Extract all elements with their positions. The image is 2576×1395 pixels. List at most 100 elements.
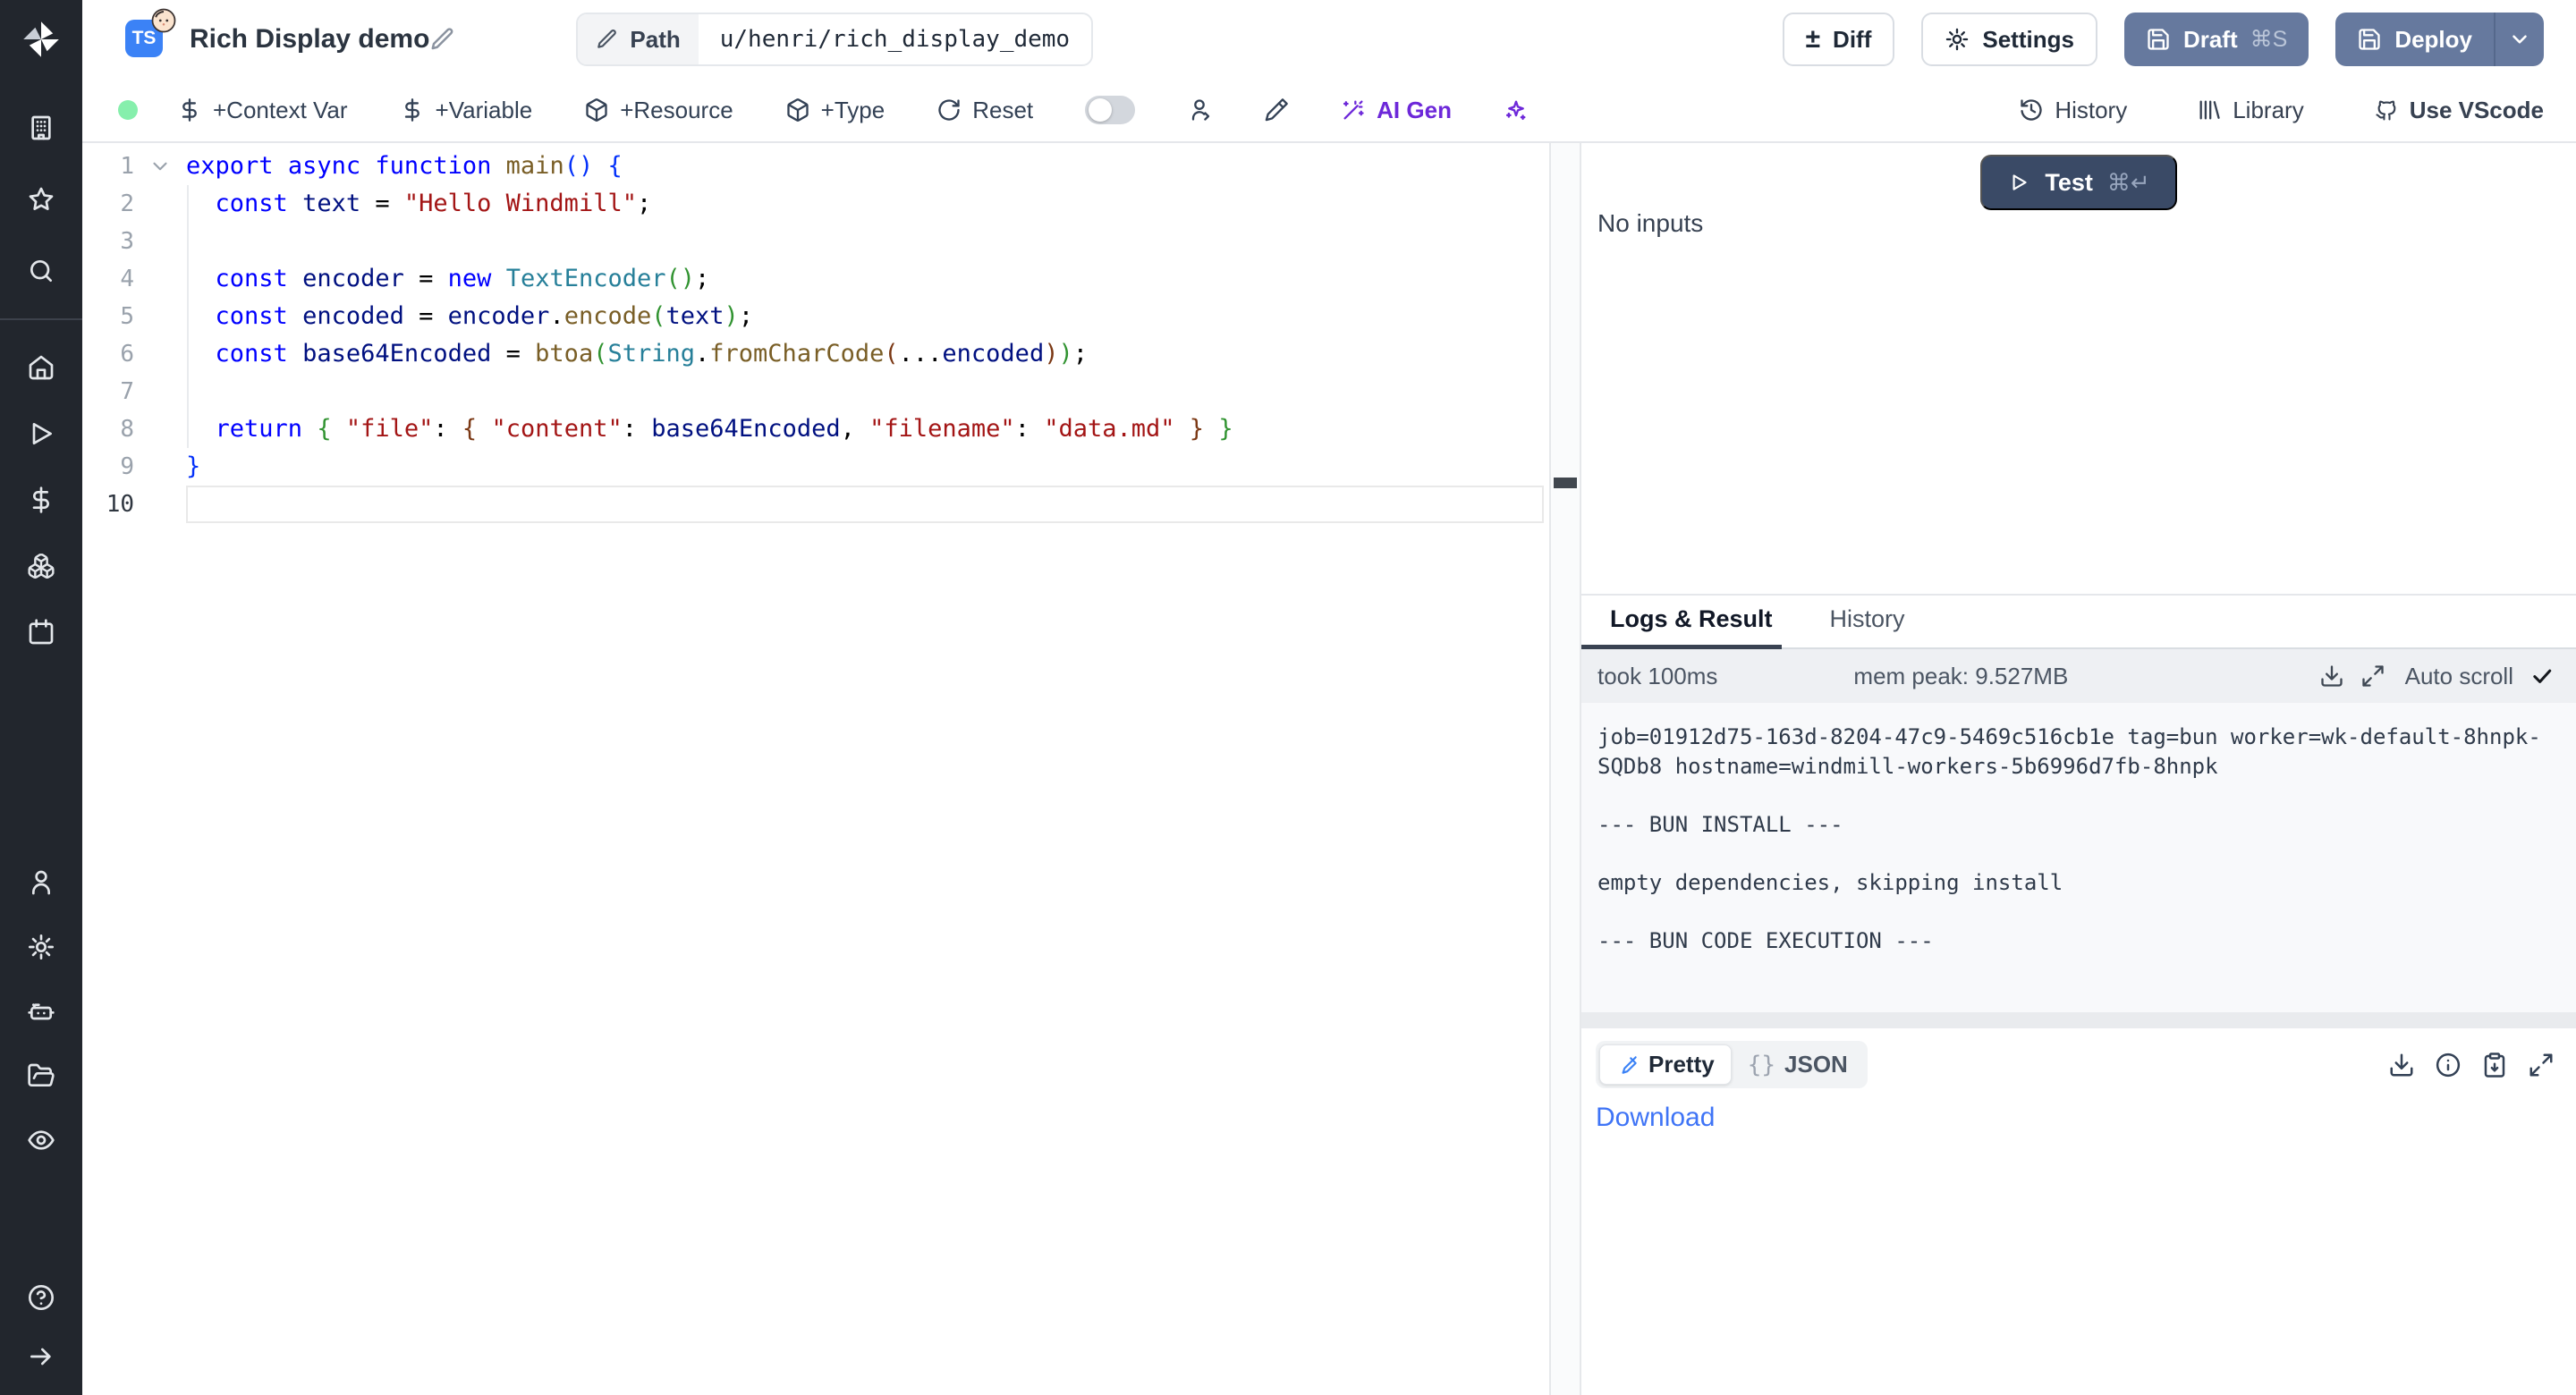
test-shortcut: ⌘↵ [2107, 169, 2150, 197]
code-line[interactable]: 10 [82, 486, 1549, 523]
dollar-icon [400, 97, 425, 123]
edit-summary-pencil-icon[interactable] [429, 26, 456, 53]
json-view-button[interactable]: {} JSON [1732, 1045, 1864, 1084]
expand-result-icon[interactable] [2528, 1052, 2555, 1078]
home-icon[interactable] [26, 352, 56, 383]
rotate-icon [936, 97, 962, 123]
user-icon[interactable] [26, 867, 56, 898]
windmill-logo[interactable] [0, 0, 82, 79]
code-line[interactable]: 4 const encoder = new TextEncoder(); [82, 260, 1549, 298]
page-title: Rich Display demo [190, 24, 429, 55]
draft-button[interactable]: Draft ⌘S [2124, 13, 2309, 66]
ai-sparkles-icon[interactable] [1504, 97, 1529, 123]
collapse-arrow-icon[interactable] [26, 1341, 56, 1372]
ai-gen-button[interactable]: AI Gen [1341, 97, 1452, 124]
audit-eye-icon[interactable] [26, 1125, 56, 1155]
settings-gear-icon[interactable] [26, 932, 56, 962]
chevron-down-icon [2508, 28, 2531, 51]
add-resource-button[interactable]: +Resource [584, 97, 733, 124]
dollar-icon [177, 97, 202, 123]
expand-logs-icon[interactable] [2360, 664, 2385, 689]
history-button[interactable]: History [2019, 97, 2127, 124]
help-icon[interactable] [26, 1282, 56, 1313]
magic-wand-icon [1341, 97, 1366, 123]
search-icon[interactable] [26, 256, 56, 286]
folders-icon[interactable] [26, 1061, 56, 1091]
code-line[interactable]: 3 [82, 223, 1549, 260]
result-tabs: Logs & Result History [1581, 594, 2576, 649]
schedules-calendar-icon[interactable] [26, 617, 56, 647]
tab-logs-result[interactable]: Logs & Result [1610, 605, 1773, 647]
avatar-emoji [150, 7, 177, 34]
language-badge: TS [125, 20, 165, 59]
diff-button[interactable]: ± Diff [1783, 13, 1895, 66]
splitter-handle[interactable] [1554, 478, 1577, 488]
logs-result-splitter[interactable] [1581, 1012, 2576, 1028]
sidebar [0, 0, 82, 1395]
sidebar-divider [0, 318, 82, 320]
pretty-pen-icon [1616, 1053, 1640, 1077]
code-line[interactable]: 9} [82, 448, 1549, 486]
add-variable-button[interactable]: +Variable [400, 97, 533, 124]
status-dot [118, 100, 138, 120]
result-section: Pretty {} JSON [1581, 1028, 2576, 1395]
no-inputs-label: No inputs [1597, 209, 1703, 238]
run-meta-strip: took 100ms mem peak: 9.527MB Auto scroll [1581, 649, 2576, 703]
reset-button[interactable]: Reset [936, 97, 1033, 124]
code-line[interactable]: 8 return { "file": { "content": base64En… [82, 410, 1549, 448]
mem-peak-label: mem peak: 9.527MB [1853, 663, 2068, 690]
resources-boxes-icon[interactable] [26, 551, 56, 581]
copy-clipboard-icon[interactable] [2481, 1052, 2508, 1078]
add-context-var-button[interactable]: +Context Var [177, 97, 348, 124]
braces-icon: {} [1748, 1052, 1775, 1078]
deploy-button-group: Deploy [2335, 13, 2544, 66]
check-icon[interactable] [2529, 664, 2555, 689]
info-icon[interactable] [2435, 1052, 2462, 1078]
test-section: Test ⌘↵ No inputs [1581, 143, 2576, 594]
download-result-icon[interactable] [2388, 1052, 2415, 1078]
path-button[interactable]: Path u/henri/rich_display_demo [576, 13, 1093, 66]
use-vscode-button[interactable]: Use VScode [2374, 97, 2544, 124]
tab-history[interactable]: History [1830, 605, 1905, 647]
deploy-button[interactable]: Deploy [2335, 13, 2494, 66]
download-logs-icon[interactable] [2319, 664, 2344, 689]
library-button[interactable]: Library [2197, 97, 2303, 124]
code-line[interactable]: 2 const text = "Hello Windmill"; [82, 185, 1549, 223]
variables-dollar-icon[interactable] [26, 485, 56, 515]
pretty-view-button[interactable]: Pretty [1599, 1044, 1732, 1085]
github-cat-icon [2374, 97, 2399, 123]
multiplayer-toggle[interactable] [1085, 96, 1135, 124]
package-icon [584, 97, 609, 123]
workers-robot-icon[interactable] [26, 996, 56, 1027]
path-value: u/henri/rich_display_demo [699, 14, 1091, 64]
code-line[interactable]: 7 [82, 373, 1549, 410]
building-icon[interactable] [26, 113, 56, 143]
auto-scroll-toggle[interactable]: Auto scroll [2405, 663, 2513, 690]
code-line[interactable]: 1export async function main() { [82, 148, 1549, 185]
package-icon [785, 97, 810, 123]
save-icon [2357, 27, 2382, 52]
download-result-link[interactable]: Download [1596, 1103, 1715, 1133]
pencil-icon [596, 28, 619, 51]
result-view-switch: Pretty {} JSON [1596, 1041, 1868, 1088]
draft-shortcut: ⌘S [2250, 26, 2288, 53]
code-line[interactable]: 5 const encoded = encoder.encode(text); [82, 298, 1549, 335]
runs-play-icon[interactable] [26, 418, 56, 449]
code-editor[interactable]: 1export async function main() {2 const t… [82, 143, 1551, 1395]
settings-button[interactable]: Settings [1921, 13, 2097, 66]
library-icon [2197, 97, 2222, 123]
save-icon [2146, 27, 2171, 52]
deploy-dropdown-button[interactable] [2494, 13, 2544, 66]
editor-toolbar: +Context Var +Variable +Resource +Type R… [82, 79, 2576, 143]
play-icon [2007, 171, 2030, 194]
gear-icon [1945, 27, 1970, 52]
star-icon[interactable] [26, 184, 56, 215]
pane-splitter[interactable] [1551, 143, 1581, 1395]
format-pen-icon[interactable] [1264, 97, 1289, 123]
add-type-button[interactable]: +Type [785, 97, 886, 124]
topbar: TS Rich Display demo Path u/henri/rich_d… [82, 0, 2576, 79]
test-button[interactable]: Test ⌘↵ [1980, 155, 2176, 210]
code-line[interactable]: 6 const base64Encoded = btoa(String.from… [82, 335, 1549, 373]
plus-minus-icon: ± [1806, 26, 1820, 53]
multiplayer-users-icon[interactable] [1187, 97, 1212, 123]
